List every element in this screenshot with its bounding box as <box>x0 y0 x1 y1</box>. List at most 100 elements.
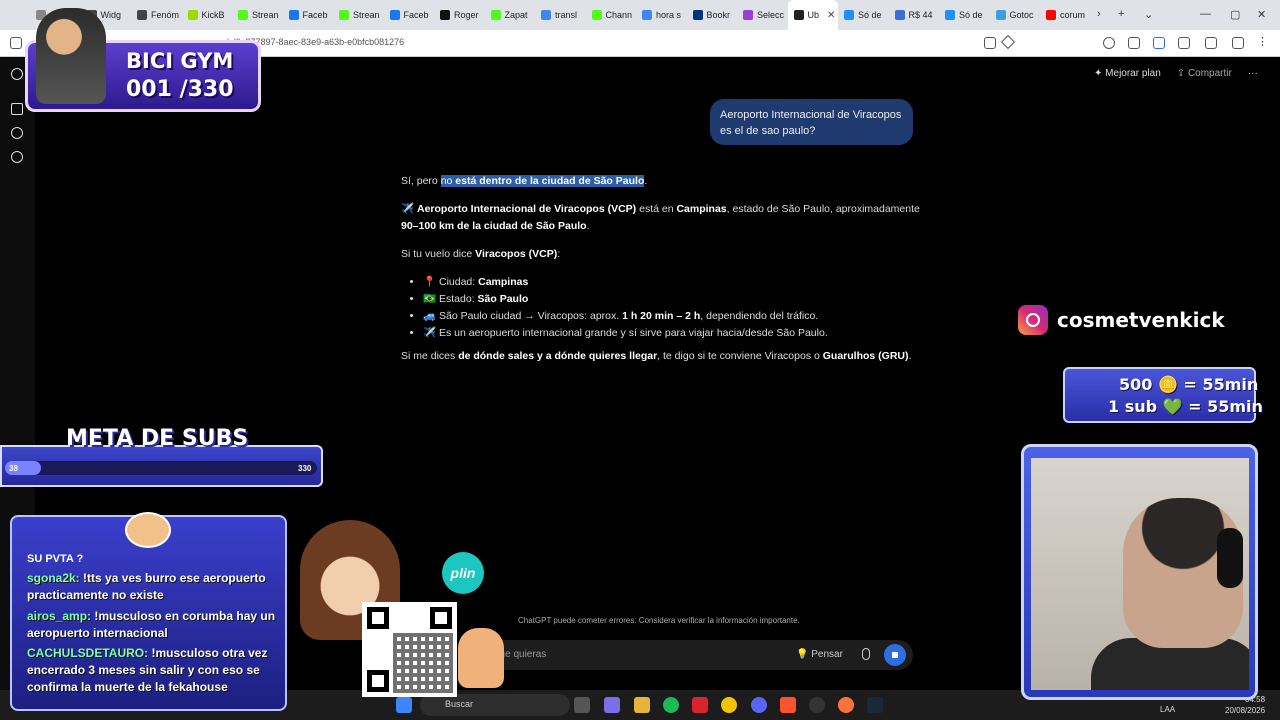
tab-label: Fenóm <box>151 10 180 20</box>
browser-tab[interactable]: hora s <box>636 0 686 30</box>
upgrade-plan-button[interactable]: ✦ Mejorar plan <box>1094 68 1161 79</box>
brave-icon[interactable] <box>780 697 796 713</box>
app-icon[interactable] <box>604 697 620 713</box>
task-view-icon[interactable] <box>574 697 590 713</box>
app-w-icon[interactable] <box>692 697 708 713</box>
browser-tab[interactable]: Gotoc <box>990 0 1040 30</box>
sub-goal-target: 330 <box>298 464 312 473</box>
chat-message: airos_amp: !musculoso en corumba hay un … <box>27 608 277 642</box>
steam-icon[interactable] <box>867 697 883 713</box>
browser-tab[interactable]: KickB <box>182 0 232 30</box>
tab-label: Ub <box>807 10 820 20</box>
browser-tab[interactable]: Zapat <box>485 0 535 30</box>
taskbar-search[interactable]: Buscar <box>420 694 570 716</box>
browser-tab[interactable]: Bookr <box>687 0 737 30</box>
extension-icon-3[interactable] <box>1205 37 1217 49</box>
favorite-star-icon[interactable] <box>1000 34 1016 50</box>
extensions-icon[interactable] <box>1128 37 1140 49</box>
firefox-icon[interactable] <box>838 697 854 713</box>
disclaimer-text: ChatGPT puede cometer errores. Considera… <box>518 616 800 625</box>
tab-list-chevron-icon[interactable]: ⌄ <box>1144 8 1153 21</box>
minimize-icon[interactable]: — <box>1200 8 1211 20</box>
app-icon-3[interactable] <box>809 697 825 713</box>
tab-label: transl <box>555 10 578 20</box>
chat-bubble-icon[interactable] <box>11 151 23 163</box>
windows-start-icon[interactable] <box>396 697 412 713</box>
headphones-icon <box>1217 528 1243 588</box>
tab-favicon-icon <box>945 10 955 20</box>
browser-tab[interactable]: Fenóm <box>131 0 181 30</box>
chatgpt-logo-icon[interactable] <box>11 68 23 80</box>
new-chat-icon[interactable] <box>11 103 23 115</box>
browser-tab[interactable]: Só de <box>838 0 888 30</box>
tab-favicon-icon <box>642 10 652 20</box>
tab-favicon-icon <box>440 10 450 20</box>
tab-label: hora s <box>656 10 682 20</box>
browser-tab[interactable]: corum <box>1040 0 1090 30</box>
tab-label: Só de <box>959 10 983 20</box>
chat-header: SU PVTA ? <box>27 553 84 565</box>
sidebar-toggle-icon[interactable] <box>10 37 22 49</box>
browser-tab[interactable]: Ub ✕ <box>787 0 838 30</box>
think-toggle-button[interactable]: 💡 Pensar <box>796 649 843 660</box>
extension-icon-2[interactable] <box>1178 37 1190 49</box>
browser-tab[interactable]: transl <box>535 0 585 30</box>
tab-favicon-icon <box>137 10 147 20</box>
tab-favicon-icon <box>541 10 551 20</box>
answer-list: 📍 Ciudad: Campinas 🇧🇷 Estado: São Paulo … <box>423 274 921 342</box>
new-tab-icon[interactable]: + <box>1118 8 1124 20</box>
assistant-answer: Sí, pero no está dentro de la ciudad de … <box>401 173 921 376</box>
sub-goal-title: META DE SUBS <box>66 426 249 451</box>
browser-tab[interactable]: R$ 44 <box>889 0 939 30</box>
browser-tab[interactable]: Faceb <box>283 0 333 30</box>
chat-message: sgona2k: !tts ya ves burro ese aeropuert… <box>27 570 277 604</box>
share-button[interactable]: ⇪ Compartir <box>1177 68 1232 79</box>
reading-view-icon[interactable] <box>984 37 996 49</box>
clock-date: 20/08/2026 <box>1225 706 1266 715</box>
browser-tab[interactable]: Selecc <box>737 0 787 30</box>
browser-tab[interactable]: Strean <box>232 0 282 30</box>
file-explorer-icon[interactable] <box>634 697 650 713</box>
tab-label: Roger <box>454 10 479 20</box>
tab-favicon-icon <box>844 10 854 20</box>
plin-badge: plin <box>442 552 484 594</box>
tab-favicon-icon <box>490 10 501 20</box>
upgrade-plan-label: Mejorar plan <box>1105 68 1161 79</box>
chat-message: CACHULSDETAURO: !musculoso otra vez ence… <box>27 645 277 696</box>
more-options-icon[interactable]: ··· <box>1248 68 1258 79</box>
close-tab-icon[interactable]: ✕ <box>827 10 835 21</box>
extension-icon[interactable] <box>1153 37 1165 49</box>
browser-tab[interactable]: Só de <box>939 0 989 30</box>
browser-tab[interactable]: Chann <box>586 0 636 30</box>
browser-tab[interactable]: Strean <box>333 0 383 30</box>
tab-favicon-icon <box>389 10 400 20</box>
think-label: Pensar <box>811 649 843 660</box>
language-indicator[interactable]: LAA <box>1160 705 1175 714</box>
sub-goal-current: 38 <box>9 464 18 473</box>
browser-tab[interactable]: Roger <box>434 0 484 30</box>
instagram-handle: cosmetvenkick <box>1057 308 1225 332</box>
hamster-mascot-icon <box>125 512 171 548</box>
bici-gym-title: BICI GYM <box>126 49 234 73</box>
tab-favicon-icon <box>339 10 349 20</box>
profile-icon[interactable] <box>1103 37 1115 49</box>
stop-generation-button[interactable] <box>884 644 906 666</box>
tab-scroll-right-icon[interactable]: › <box>1097 8 1101 20</box>
close-window-icon[interactable]: ✕ <box>1257 8 1266 21</box>
spotify-icon[interactable] <box>663 697 679 713</box>
browser-tab[interactable]: Faceb <box>384 0 434 30</box>
tab-label: Bookr <box>706 10 731 20</box>
tab-label: corum <box>1060 10 1086 20</box>
tab-favicon-icon <box>743 10 753 20</box>
discord-icon[interactable] <box>751 697 767 713</box>
microphone-icon[interactable] <box>862 648 870 660</box>
search-icon[interactable] <box>11 127 23 139</box>
menu-dots-icon[interactable]: ⋮ <box>1257 35 1269 48</box>
tab-favicon-icon <box>288 10 299 20</box>
browser-tab-strip: nbWidgFenómKickBStreanFacebStreanFacebRo… <box>0 0 1280 30</box>
maximize-icon[interactable]: ▢ <box>1230 8 1240 21</box>
answer-paragraph-2: ✈️ Aeroporto Internacional de Viracopos … <box>401 203 920 232</box>
wallet-icon[interactable] <box>1232 37 1244 49</box>
list-item: 📍 Ciudad: Campinas <box>423 274 921 291</box>
app-icon-2[interactable] <box>721 697 737 713</box>
